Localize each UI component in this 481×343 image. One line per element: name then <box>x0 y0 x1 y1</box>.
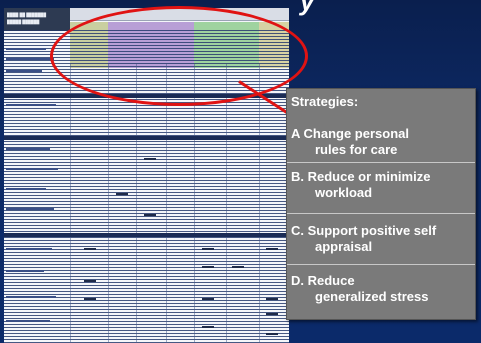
strategy-a-line2: rules for care <box>315 142 398 157</box>
row-label <box>6 148 50 150</box>
strategies-title: Strategies: <box>291 94 359 109</box>
strategy-d-line1: D. Reduce <box>291 273 355 288</box>
column-divider <box>70 64 71 343</box>
strategies-callout: Strategies: A Change personal rules for … <box>286 88 476 320</box>
strategy-b: B. Reduce or minimize workload <box>291 169 471 201</box>
strategy-divider <box>287 264 475 265</box>
slide-title-fragment: y <box>300 0 315 16</box>
column-divider <box>226 64 227 343</box>
cell-value-mark <box>84 248 96 250</box>
cell-value-mark <box>202 326 214 328</box>
row-label <box>6 320 50 322</box>
strategy-divider <box>287 213 475 214</box>
cell-value-mark <box>144 158 156 160</box>
row-label <box>6 70 42 72</box>
column-divider <box>108 64 109 343</box>
section-band <box>4 136 289 140</box>
strategy-divider <box>287 162 475 163</box>
spreadsheet-header-line-2: █████ ██████ <box>7 19 40 24</box>
strategy-c-line1: C. Support positive self <box>291 223 437 238</box>
cell-value-mark <box>266 313 278 315</box>
cell-value-mark <box>232 266 244 268</box>
strategy-a-line1: A Change personal <box>291 126 409 141</box>
cell-value-mark <box>266 248 278 250</box>
cell-value-mark <box>84 280 96 282</box>
red-highlight-ellipse <box>50 6 308 106</box>
row-label <box>6 48 46 50</box>
row-label <box>6 188 46 190</box>
row-label <box>6 168 58 170</box>
spreadsheet-header-line-1: ████ ██ ███████ <box>7 12 47 17</box>
row-label <box>6 58 54 60</box>
row-label <box>6 270 44 272</box>
section-band <box>4 233 289 237</box>
row-label <box>6 208 54 210</box>
row-label <box>6 296 56 298</box>
cell-value-mark <box>144 214 156 216</box>
strategy-c-line2: appraisal <box>315 239 373 254</box>
column-divider <box>136 64 137 343</box>
strategy-a: A Change personal rules for care <box>291 126 471 158</box>
cell-value-mark <box>266 298 278 300</box>
strategy-b-line2: workload <box>315 185 373 200</box>
column-divider <box>166 64 167 343</box>
cell-value-mark <box>202 298 214 300</box>
strategy-c: C. Support positive self appraisal <box>291 223 471 255</box>
strategy-b-line1: B. Reduce or minimize <box>291 169 431 184</box>
spreadsheet-header-cell: ████ ██ ███████ █████ ██████ <box>4 8 70 31</box>
column-divider <box>259 64 260 343</box>
row-label <box>6 104 56 106</box>
cell-value-mark <box>116 193 128 195</box>
cell-value-mark <box>202 266 214 268</box>
cell-value-mark <box>266 333 278 335</box>
row-label <box>6 248 52 250</box>
strategy-d: D. Reduce generalized stress <box>291 273 471 305</box>
column-divider <box>194 64 195 343</box>
cell-value-mark <box>84 298 96 300</box>
cell-value-mark <box>202 248 214 250</box>
strategy-d-line2: generalized stress <box>315 289 429 304</box>
